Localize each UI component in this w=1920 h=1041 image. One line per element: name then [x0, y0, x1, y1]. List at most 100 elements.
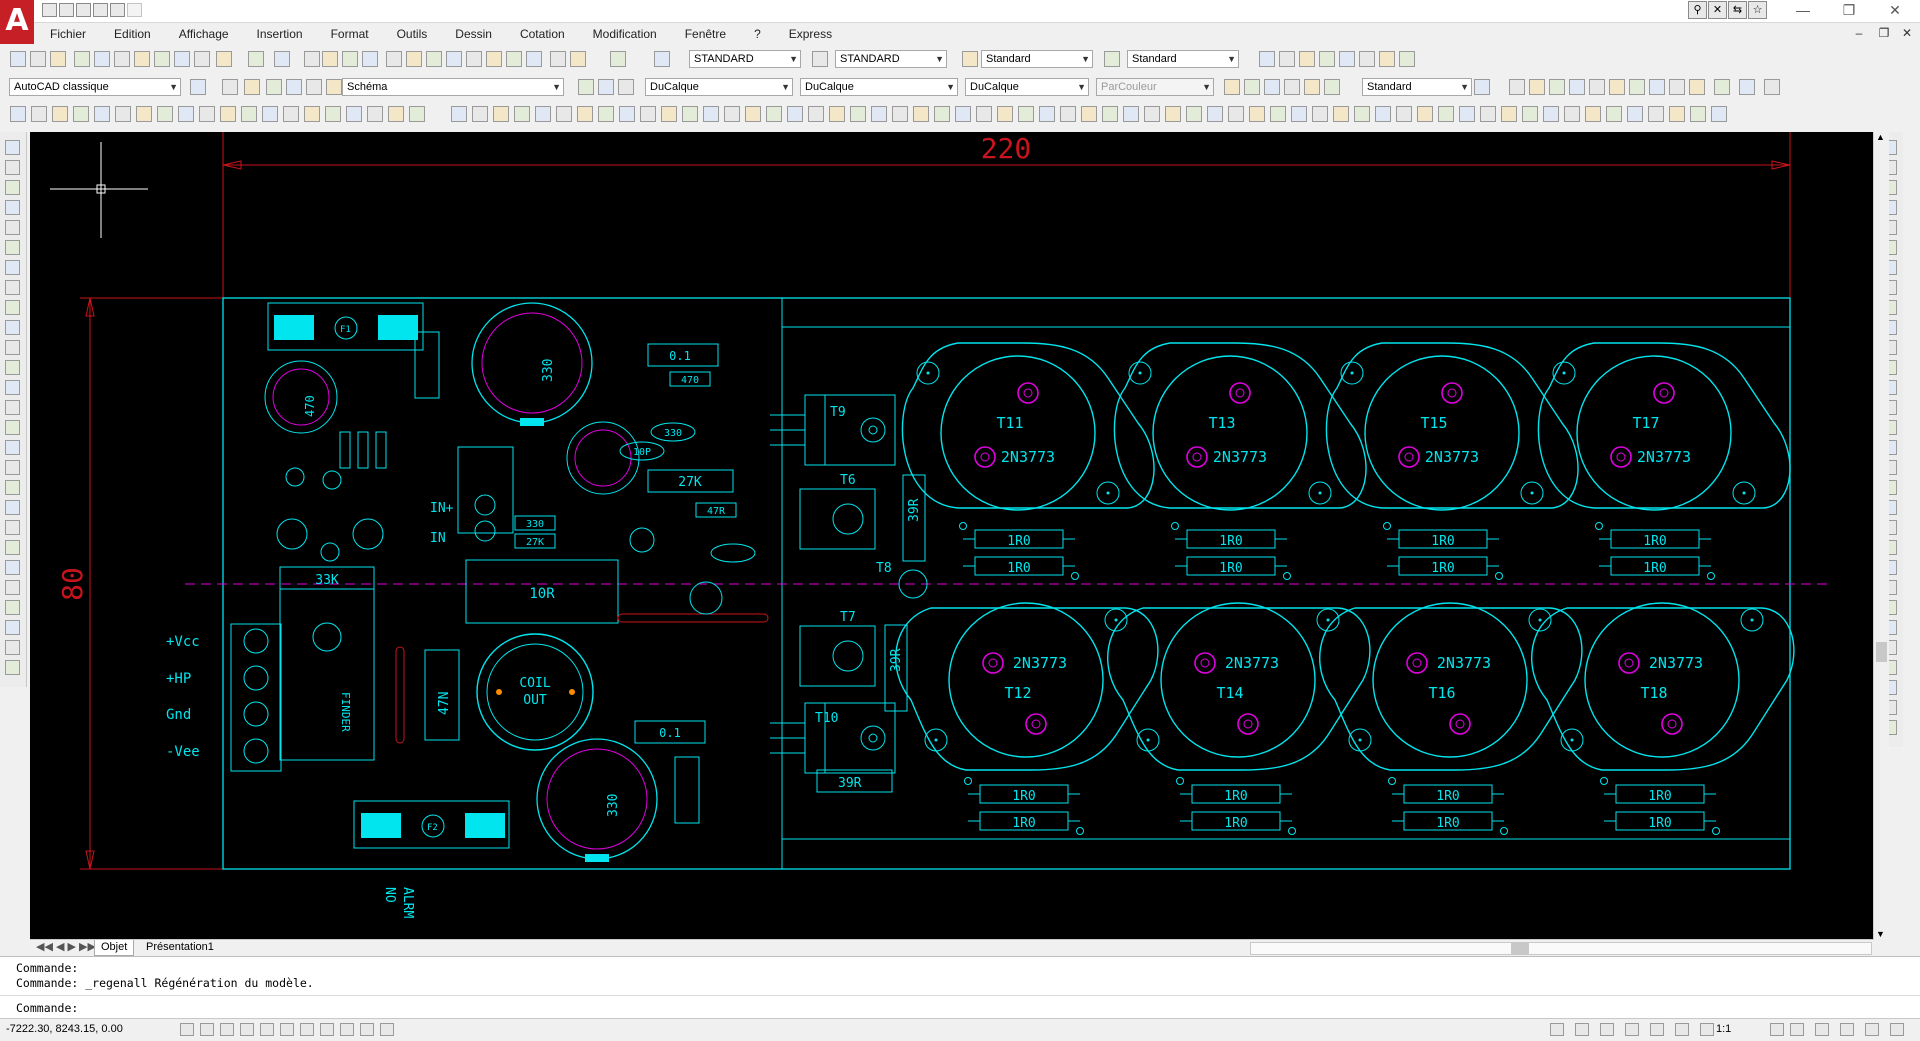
draw-tool-icon[interactable] — [1648, 106, 1664, 122]
layer-select[interactable]: Schéma ▼ — [342, 78, 564, 96]
draw-tool-icon[interactable] — [199, 106, 215, 122]
properties-tool-icon[interactable] — [1669, 79, 1685, 95]
draw-tool-icon[interactable] — [472, 106, 488, 122]
open-icon[interactable] — [59, 3, 74, 17]
standard-tool-icon[interactable] — [304, 51, 320, 67]
status-toggle-icon[interactable] — [300, 1023, 314, 1036]
draw-tool-icon[interactable] — [1690, 106, 1706, 122]
draw-tool-icon[interactable] — [682, 106, 698, 122]
draw-tool-icon[interactable] — [1354, 106, 1370, 122]
standard-tool-icon[interactable] — [1259, 51, 1275, 67]
properties-tool-icon[interactable] — [222, 79, 238, 95]
left-draw-tool-icon[interactable] — [5, 260, 20, 275]
left-draw-tool-icon[interactable] — [5, 380, 20, 395]
status-toggle-icon[interactable] — [360, 1023, 374, 1036]
status-toggle-icon[interactable] — [280, 1023, 294, 1036]
draw-tool-icon[interactable] — [262, 106, 278, 122]
draw-tool-icon[interactable] — [808, 106, 824, 122]
status-toggle-icon[interactable] — [380, 1023, 394, 1036]
standard-tool-icon[interactable] — [342, 51, 358, 67]
workspace-select[interactable]: AutoCAD classique ▼ — [9, 78, 181, 96]
draw-tool-icon[interactable] — [94, 106, 110, 122]
tab-model[interactable]: Objet — [94, 940, 135, 956]
standard-tool-icon[interactable] — [194, 51, 210, 67]
standard-tool-icon[interactable] — [248, 51, 264, 67]
left-draw-tool-icon[interactable] — [5, 580, 20, 595]
status-toggle-icon[interactable] — [220, 1023, 234, 1036]
draw-tool-icon[interactable] — [871, 106, 887, 122]
left-draw-tool-icon[interactable] — [5, 220, 20, 235]
left-draw-tool-icon[interactable] — [5, 500, 20, 515]
draw-tool-icon[interactable] — [787, 106, 803, 122]
draw-tool-icon[interactable] — [1480, 106, 1496, 122]
doc-restore-button[interactable]: ❐ — [1877, 26, 1891, 40]
standard-tool-icon[interactable] — [962, 51, 978, 67]
standard-tool-icon[interactable] — [274, 51, 290, 67]
drawing-canvas[interactable]: 220 80 T11 2N3773 T13 2N3773 T15 2N3773 T17 2N3… — [30, 127, 1874, 939]
left-draw-tool-icon[interactable] — [5, 620, 20, 635]
status-toggle-icon[interactable] — [1865, 1023, 1879, 1036]
minimize-button[interactable]: — — [1780, 0, 1826, 22]
left-draw-tool-icon[interactable] — [5, 280, 20, 295]
doc-close-button[interactable]: ✕ — [1900, 26, 1914, 40]
standard-tool-icon[interactable] — [154, 51, 170, 67]
draw-tool-icon[interactable] — [934, 106, 950, 122]
status-toggle-icon[interactable] — [320, 1023, 334, 1036]
properties-tool-icon[interactable] — [1304, 79, 1320, 95]
doc-minimize-button[interactable]: – — [1852, 26, 1866, 40]
draw-tool-icon[interactable] — [1543, 106, 1559, 122]
hscroll-thumb[interactable] — [1511, 943, 1529, 954]
properties-tool-icon[interactable] — [1629, 79, 1645, 95]
standard-tool-icon[interactable] — [1279, 51, 1295, 67]
status-toggle-icon[interactable] — [340, 1023, 354, 1036]
left-draw-tool-icon[interactable] — [5, 560, 20, 575]
standard-tool-icon[interactable] — [30, 51, 46, 67]
draw-tool-icon[interactable] — [1564, 106, 1580, 122]
draw-tool-icon[interactable] — [1585, 106, 1601, 122]
properties-tool-icon[interactable] — [1509, 79, 1525, 95]
menu-cotation[interactable]: Cotation — [506, 23, 579, 45]
properties-tool-icon[interactable] — [1324, 79, 1340, 95]
status-toggle-icon[interactable] — [1575, 1023, 1589, 1036]
left-draw-tool-icon[interactable] — [5, 420, 20, 435]
draw-tool-icon[interactable] — [1207, 106, 1223, 122]
draw-tool-icon[interactable] — [1060, 106, 1076, 122]
draw-tool-icon[interactable] — [1333, 106, 1349, 122]
properties-tool-icon[interactable] — [618, 79, 634, 95]
properties-tool-icon[interactable] — [306, 79, 322, 95]
left-draw-tool-icon[interactable] — [5, 340, 20, 355]
draw-tool-icon[interactable] — [640, 106, 656, 122]
standard-tool-icon[interactable] — [812, 51, 828, 67]
left-draw-tool-icon[interactable] — [5, 660, 20, 675]
standard-tool-icon[interactable] — [406, 51, 422, 67]
star-icon[interactable]: ☆ — [1748, 1, 1767, 19]
standard-tool-icon[interactable] — [426, 51, 442, 67]
draw-tool-icon[interactable] — [1606, 106, 1622, 122]
dim-style-select[interactable]: STANDARD ▼ — [835, 50, 947, 68]
standard-tool-icon[interactable] — [74, 51, 90, 67]
menu-edition[interactable]: Edition — [100, 23, 165, 45]
standard-tool-icon[interactable] — [610, 51, 626, 67]
left-draw-tool-icon[interactable] — [5, 300, 20, 315]
draw-tool-icon[interactable] — [220, 106, 236, 122]
properties-tool-icon[interactable] — [1529, 79, 1545, 95]
draw-tool-icon[interactable] — [10, 106, 26, 122]
properties-tool-icon[interactable] — [1764, 79, 1780, 95]
properties-tool-icon[interactable] — [1284, 79, 1300, 95]
standard-tool-icon[interactable] — [570, 51, 586, 67]
draw-tool-icon[interactable] — [367, 106, 383, 122]
draw-tool-icon[interactable] — [1459, 106, 1475, 122]
draw-tool-icon[interactable] — [1102, 106, 1118, 122]
vertical-scrollbar[interactable]: ▲ ▼ — [1873, 132, 1889, 939]
draw-tool-icon[interactable] — [325, 106, 341, 122]
menu-express[interactable]: Express — [775, 23, 846, 45]
draw-tool-icon[interactable] — [1081, 106, 1097, 122]
left-draw-tool-icon[interactable] — [5, 240, 20, 255]
draw-tool-icon[interactable] — [451, 106, 467, 122]
draw-tool-icon[interactable] — [1270, 106, 1286, 122]
left-draw-tool-icon[interactable] — [5, 160, 20, 175]
left-draw-tool-icon[interactable] — [5, 400, 20, 415]
left-draw-tool-icon[interactable] — [5, 440, 20, 455]
left-draw-tool-icon[interactable] — [5, 520, 20, 535]
properties-tool-icon[interactable] — [286, 79, 302, 95]
